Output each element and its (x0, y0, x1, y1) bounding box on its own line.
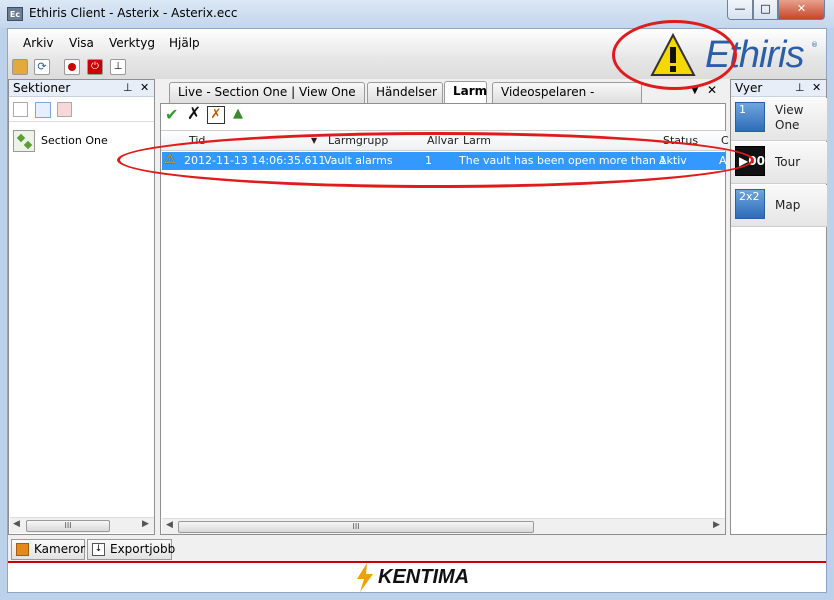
tab-exportjobb-label: Exportjobb (110, 542, 176, 556)
alarm-toolbar: ✔ ✗ ✗ ▲ (161, 104, 725, 128)
brand-logo: Ethiris (705, 34, 805, 76)
col-larmgrupp[interactable]: Larmgrupp (328, 134, 388, 147)
row-group: Vault alarms (324, 154, 393, 167)
scroll-thumb[interactable]: III (26, 520, 110, 532)
list-view-icon[interactable] (35, 102, 51, 118)
views-pane-header: Vyer ⊥ ✕ (731, 80, 826, 97)
tab-exportjobb[interactable]: ↓ Exportjobb (87, 539, 176, 560)
document-tabs: Live - Section One | View One Händelser … (160, 79, 726, 118)
sections-pane-title: Sektioner (13, 81, 71, 95)
warning-logo-icon (650, 33, 696, 76)
view-one-label: View One (775, 103, 804, 132)
tab-handelser[interactable]: Händelser (367, 82, 443, 103)
refresh-icon[interactable]: ⟳ (34, 59, 50, 75)
section-label: Section One (41, 134, 108, 147)
alarm-row[interactable]: ⚠ 2012-11-13 14:06:35.611 Vault alarms 1… (162, 152, 727, 170)
app-window: Ec Ethiris Client - Asterix - Asterix.ec… (0, 0, 834, 600)
alarm-grid-header: Tid ▼ Larmgrupp Allvar Larm Status C (161, 131, 729, 151)
sort-icon: ▼ (311, 136, 318, 145)
views-pane: Vyer ⊥ ✕ 1 View One ▶00 Tour 2x2 Map (730, 79, 827, 535)
col-tid[interactable]: Tid (189, 134, 205, 147)
tour-label: Tour (775, 155, 801, 169)
kentima-bolt-icon (357, 563, 373, 592)
menu-hjalp[interactable]: Hjälp (169, 36, 200, 50)
pin-icon[interactable]: ⊥ (123, 80, 133, 96)
views-pane-title: Vyer (735, 81, 763, 95)
menu-arkiv[interactable]: Arkiv (23, 36, 54, 50)
open-icon[interactable] (12, 59, 28, 75)
col-extra[interactable]: C (721, 134, 729, 147)
alarm-hscrollbar[interactable]: ◀ III ▶ (162, 518, 725, 534)
tab-larm[interactable]: Larm (444, 81, 487, 103)
section-item[interactable]: Section One (13, 130, 151, 152)
suppress-icon[interactable]: ✗ (207, 106, 225, 124)
col-larm[interactable]: Larm (463, 134, 491, 147)
maximize-button[interactable]: □ (753, 0, 778, 20)
col-status[interactable]: Status (663, 134, 698, 147)
alarm-scroll-right-icon[interactable]: ▶ (713, 520, 720, 530)
record-icon[interactable] (64, 59, 80, 75)
row-status: Aktiv (659, 154, 687, 167)
menu-and-toolbar: Arkiv Visa Verktyg Hjälp ⟳ ⏻ ⊥ Ethiris ® (8, 29, 826, 79)
tour-button[interactable]: ▶00 Tour (731, 142, 827, 184)
minimize-button[interactable]: — (727, 0, 753, 20)
sections-hscrollbar[interactable]: ◀ III ▶ (10, 517, 154, 533)
tour-icon: ▶00 (735, 146, 765, 176)
alarm-pane: ✔ ✗ ✗ ▲ Tid ▼ Larmgrupp Allvar Larm Stat… (160, 103, 729, 535)
scroll-right-icon[interactable]: ▶ (142, 519, 149, 529)
map-label: Map (775, 198, 801, 212)
app-icon: Ec (7, 7, 23, 21)
tools-icon[interactable]: ⊥ (110, 59, 126, 75)
title-bar: Ec Ethiris Client - Asterix - Asterix.ec… (0, 0, 834, 28)
alarm-settings-icon[interactable]: ▲ (233, 106, 243, 121)
col-allvar[interactable]: Allvar (427, 134, 458, 147)
sections-pane: Sektioner ⊥ ✕ Section One ◀ III ▶ (8, 79, 155, 535)
map-button[interactable]: 2x2 Map (731, 185, 827, 227)
tab-kameror[interactable]: Kameror (11, 539, 85, 560)
tab-live[interactable]: Live - Section One | View One (169, 82, 365, 103)
row-severity: 1 (425, 154, 432, 167)
acknowledge-icon[interactable]: ✔ (165, 105, 178, 124)
scroll-left-icon[interactable]: ◀ (13, 519, 20, 529)
client-area: Arkiv Visa Verktyg Hjälp ⟳ ⏻ ⊥ Ethiris ®… (7, 28, 827, 593)
menu-visa[interactable]: Visa (69, 36, 94, 50)
sections-toolbar (9, 98, 154, 122)
color-view-icon[interactable] (57, 102, 72, 117)
alarm-scroll-left-icon[interactable]: ◀ (166, 520, 173, 530)
tab-kameror-label: Kameror (34, 542, 86, 556)
footer-brand: KENTIMA (378, 566, 470, 588)
view-one-button[interactable]: 1 View One (731, 98, 827, 141)
tab-videospelaren[interactable]: Videospelaren - Dynamisk (492, 82, 642, 118)
alarm-grid: Tid ▼ Larmgrupp Allvar Larm Status C ⚠ 2… (161, 130, 729, 518)
window-title: Ethiris Client - Asterix - Asterix.ecc (29, 6, 238, 20)
row-time: 2012-11-13 14:06:35.611 (184, 154, 326, 167)
views-close-icon[interactable]: ✕ (812, 80, 821, 96)
sections-pane-header: Sektioner ⊥ ✕ (9, 80, 154, 97)
menu-verktyg[interactable]: Verktyg (109, 36, 155, 50)
tab-close-icon[interactable]: ✕ (707, 83, 717, 97)
map-icon: 2x2 (735, 189, 765, 219)
power-icon[interactable]: ⏻ (87, 59, 103, 75)
row-alarm: The vault has been open more than 1 ... (459, 154, 681, 167)
tree-view-icon[interactable] (13, 102, 28, 117)
view-one-icon: 1 (735, 102, 765, 132)
row-extra: A (719, 154, 727, 167)
row-warning-icon: ⚠ (164, 152, 176, 167)
close-button[interactable]: ✕ (778, 0, 825, 20)
views-pin-icon[interactable]: ⊥ (795, 80, 805, 96)
tab-list-icon[interactable]: ▼ (691, 85, 699, 96)
close-pane-icon[interactable]: ✕ (140, 80, 149, 96)
export-icon: ↓ (92, 543, 105, 556)
section-icon (13, 130, 35, 152)
alarm-scroll-thumb[interactable]: III (178, 521, 534, 533)
brand-registered: ® (811, 41, 818, 49)
footer: KENTIMA (8, 561, 826, 592)
reset-icon[interactable]: ✗ (187, 104, 201, 124)
camera-icon (16, 543, 29, 556)
